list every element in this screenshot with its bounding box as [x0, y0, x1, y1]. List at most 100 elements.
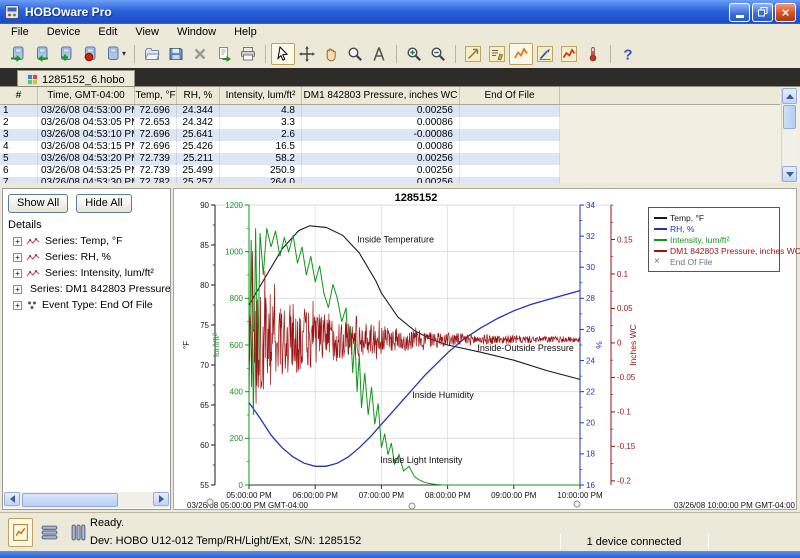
scroll-thumb[interactable]: [22, 493, 118, 507]
details-tree-item[interactable]: +Series: Temp, °F: [3, 233, 170, 249]
tree-expander-icon[interactable]: +: [13, 269, 22, 278]
table-cell[interactable]: 25.426: [177, 141, 220, 153]
device-status-button[interactable]: [54, 43, 78, 65]
column-header[interactable]: Intensity, lum/ft²: [220, 87, 302, 104]
table-cell[interactable]: 0.00256: [302, 165, 460, 177]
restore-button[interactable]: [752, 3, 773, 22]
table-cell[interactable]: 03/26/08 04:53:10 PM: [38, 129, 135, 141]
table-cell[interactable]: 03/26/08 04:53:05 PM: [38, 117, 135, 129]
table-cell[interactable]: 72.782: [135, 177, 177, 183]
table-cell[interactable]: 0.00256: [302, 153, 460, 165]
zoom-out-button[interactable]: [426, 43, 450, 65]
table-cell[interactable]: 25.257: [177, 177, 220, 183]
table-cell[interactable]: 72.696: [135, 141, 177, 153]
table-cell[interactable]: 5: [0, 153, 38, 165]
column-header[interactable]: End Of File: [460, 87, 560, 104]
table-row[interactable]: 103/26/08 04:53:00 PM72.69624.3444.80.00…: [0, 105, 560, 117]
menu-help[interactable]: Help: [225, 24, 266, 41]
scroll-up-button[interactable]: [782, 88, 797, 104]
table-cell[interactable]: 0.00086: [302, 141, 460, 153]
table-row[interactable]: 703/26/08 04:53:30 PM72.78225.257264.00.…: [0, 177, 560, 183]
axis-scale-handle[interactable]: [207, 499, 213, 505]
table-cell[interactable]: 0.00086: [302, 117, 460, 129]
table-row[interactable]: 303/26/08 04:53:10 PM72.69625.6412.6-0.0…: [0, 129, 560, 141]
crop-tool-button[interactable]: [461, 43, 485, 65]
plot-annotation[interactable]: Inside Temperature: [357, 235, 434, 245]
column-header[interactable]: RH, %: [177, 87, 220, 104]
table-cell[interactable]: 72.739: [135, 165, 177, 177]
table-cell[interactable]: 72.739: [135, 153, 177, 165]
details-tree-item[interactable]: +Series: DM1 842803 Pressure, inch: [3, 281, 170, 297]
table-cell[interactable]: [460, 105, 560, 117]
crosshair-button[interactable]: [295, 43, 319, 65]
column-header[interactable]: Time, GMT-04:00: [38, 87, 135, 104]
pan-hand-button[interactable]: [319, 43, 343, 65]
help-button[interactable]: ?: [616, 43, 640, 65]
plot-annotation[interactable]: Inside-Outside Pressure: [477, 343, 574, 353]
table-cell[interactable]: 58.2: [220, 153, 302, 165]
plot-annotation[interactable]: Inside Light Intensity: [380, 455, 463, 465]
table-cell[interactable]: 24.344: [177, 105, 220, 117]
tree-expander-icon[interactable]: +: [13, 301, 22, 310]
table-cell[interactable]: 4: [0, 141, 38, 153]
scatter-chart-view-button[interactable]: [557, 43, 581, 65]
table-cell[interactable]: [460, 117, 560, 129]
table-cell[interactable]: 2: [0, 117, 38, 129]
plot-view-button[interactable]: [8, 518, 33, 547]
menu-file[interactable]: File: [2, 24, 38, 41]
table-row[interactable]: 603/26/08 04:53:25 PM72.73925.499250.90.…: [0, 165, 560, 177]
table-cell[interactable]: 25.211: [177, 153, 220, 165]
menu-edit[interactable]: Edit: [89, 24, 126, 41]
save-file-button[interactable]: [164, 43, 188, 65]
column-view-button[interactable]: [66, 518, 91, 547]
table-cell[interactable]: [460, 177, 560, 183]
table-cell[interactable]: 4.8: [220, 105, 302, 117]
tree-expander-icon[interactable]: +: [13, 237, 22, 246]
table-vertical-scrollbar[interactable]: [781, 88, 797, 182]
table-cell[interactable]: 16.5: [220, 141, 302, 153]
column-header[interactable]: #: [0, 87, 38, 104]
table-cell[interactable]: 03/26/08 04:53:15 PM: [38, 141, 135, 153]
table-cell[interactable]: [460, 129, 560, 141]
table-cell[interactable]: 3: [0, 129, 38, 141]
table-cell[interactable]: 0.00256: [302, 177, 460, 183]
scroll-left-button[interactable]: [4, 492, 20, 506]
table-cell[interactable]: 72.696: [135, 129, 177, 141]
table-cell[interactable]: -0.00086: [302, 129, 460, 141]
table-cell[interactable]: [460, 153, 560, 165]
table-cell[interactable]: 24.342: [177, 117, 220, 129]
scroll-thumb[interactable]: [783, 105, 796, 129]
menu-device[interactable]: Device: [38, 24, 90, 41]
table-cell[interactable]: 03/26/08 04:53:30 PM: [38, 177, 135, 183]
tree-expander-icon[interactable]: +: [13, 285, 22, 294]
pointer-button[interactable]: [271, 43, 295, 65]
table-cell[interactable]: 03/26/08 04:53:25 PM: [38, 165, 135, 177]
table-cell[interactable]: 72.653: [135, 117, 177, 129]
table-cell[interactable]: 264.0: [220, 177, 302, 183]
stop-device-button[interactable]: [78, 43, 102, 65]
table-row[interactable]: 503/26/08 04:53:20 PM72.73925.21158.20.0…: [0, 153, 560, 165]
show-all-button[interactable]: Show All: [8, 194, 68, 213]
zoom-in-button[interactable]: [402, 43, 426, 65]
table-cell[interactable]: 3.3: [220, 117, 302, 129]
series-wc-line[interactable]: [249, 251, 580, 403]
table-cell[interactable]: [460, 165, 560, 177]
tree-expander-icon[interactable]: +: [13, 253, 22, 262]
table-cell[interactable]: 1: [0, 105, 38, 117]
table-cell[interactable]: 6: [0, 165, 38, 177]
readout-device-button[interactable]: [30, 43, 54, 65]
line-chart-view-button[interactable]: [509, 43, 533, 65]
open-file-button[interactable]: [140, 43, 164, 65]
series-properties-button[interactable]: [485, 43, 509, 65]
export-data-button[interactable]: [212, 43, 236, 65]
details-tree-item[interactable]: +Series: RH, %: [3, 249, 170, 265]
hide-all-button[interactable]: Hide All: [76, 194, 131, 213]
table-cell[interactable]: 25.499: [177, 165, 220, 177]
caliper-button[interactable]: [367, 43, 391, 65]
launch-device-button[interactable]: [6, 43, 30, 65]
table-cell[interactable]: 7: [0, 177, 38, 183]
close-button[interactable]: ×: [775, 3, 796, 22]
scroll-right-button[interactable]: [153, 492, 169, 506]
table-view-button[interactable]: [37, 518, 62, 547]
series-pct-line[interactable]: [249, 291, 580, 467]
